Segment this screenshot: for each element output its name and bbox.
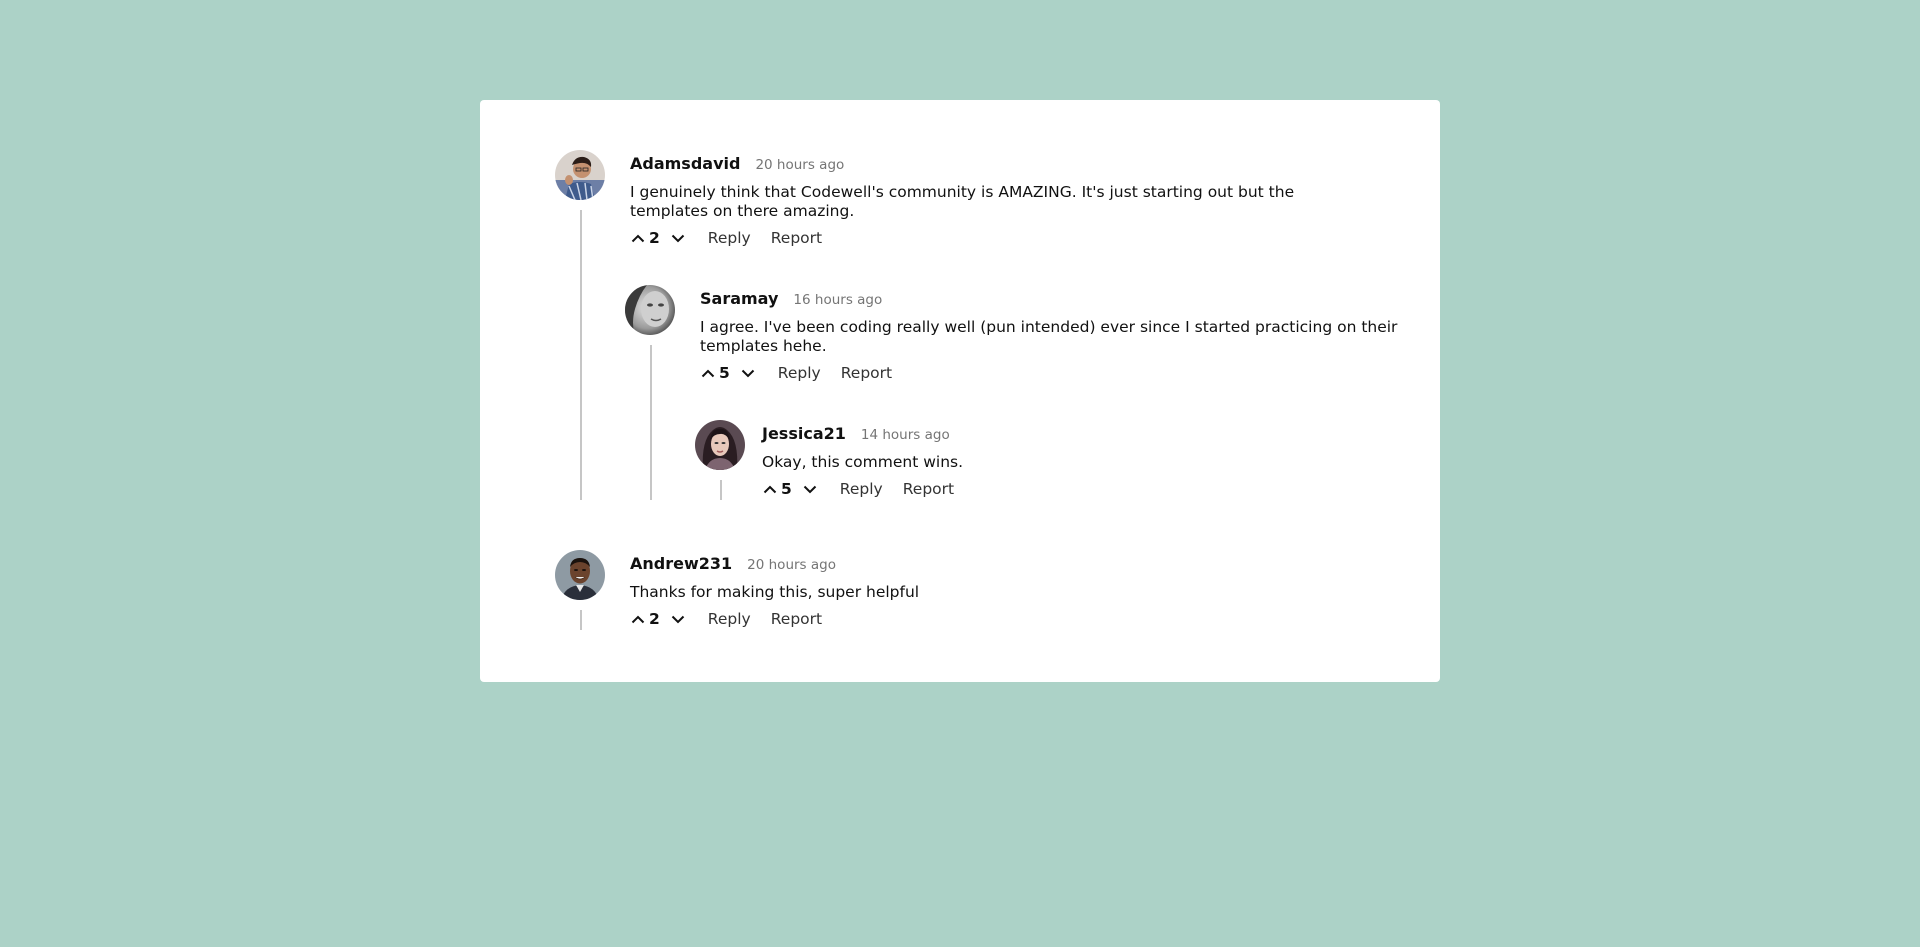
timestamp: 14 hours ago bbox=[860, 427, 950, 443]
report-button[interactable]: Report bbox=[771, 229, 822, 247]
comment-text: I agree. I've been coding really well (p… bbox=[700, 318, 1398, 355]
vote-control: 5 bbox=[700, 363, 756, 383]
vote-control: 5 bbox=[762, 479, 818, 499]
thread-line bbox=[650, 345, 652, 500]
downvote-chevron-down-icon[interactable] bbox=[670, 228, 686, 248]
downvote-chevron-down-icon[interactable] bbox=[670, 609, 686, 629]
comment-body: Jessica21 14 hours ago Okay, this commen… bbox=[762, 420, 1502, 500]
timestamp: 16 hours ago bbox=[793, 292, 883, 308]
username[interactable]: Adamsdavid bbox=[630, 154, 740, 173]
reply-button[interactable]: Reply bbox=[840, 480, 883, 498]
reply-button[interactable]: Reply bbox=[708, 229, 751, 247]
comment-meta: Andrew231 20 hours ago bbox=[630, 550, 1370, 576]
comment-meta: Jessica21 14 hours ago bbox=[762, 420, 1502, 446]
comment-body: Saramay 16 hours ago I agree. I've been … bbox=[700, 285, 1440, 384]
avatar-adamsdavid-icon[interactable] bbox=[555, 150, 605, 200]
username[interactable]: Andrew231 bbox=[630, 554, 732, 573]
reply-button[interactable]: Reply bbox=[708, 610, 751, 628]
comment-actions: 2 Reply Report bbox=[630, 608, 1370, 630]
comment-andrew231: Andrew231 20 hours ago Thanks for making… bbox=[555, 550, 1355, 632]
comment-text: Thanks for making this, super helpful bbox=[630, 583, 920, 601]
username[interactable]: Saramay bbox=[700, 289, 778, 308]
reply-button[interactable]: Reply bbox=[778, 364, 821, 382]
avatar-andrew231-icon[interactable] bbox=[555, 550, 605, 600]
comment-actions: 5 Reply Report bbox=[762, 478, 1502, 500]
thread-line bbox=[580, 210, 582, 500]
comment-text: I genuinely think that Codewell's commun… bbox=[630, 183, 1295, 220]
comments-card: Adamsdavid 20 hours ago I genuinely thin… bbox=[480, 100, 1440, 682]
thread-line bbox=[580, 610, 582, 630]
comment-body: Adamsdavid 20 hours ago I genuinely thin… bbox=[630, 150, 1370, 249]
comment-actions: 5 Reply Report bbox=[700, 362, 1440, 384]
comment-jessica21: Jessica21 14 hours ago Okay, this commen… bbox=[695, 420, 1355, 502]
vote-score: 5 bbox=[719, 364, 730, 382]
report-button[interactable]: Report bbox=[903, 480, 954, 498]
avatar-jessica21-icon[interactable] bbox=[695, 420, 745, 470]
report-button[interactable]: Report bbox=[841, 364, 892, 382]
username[interactable]: Jessica21 bbox=[762, 424, 846, 443]
vote-score: 2 bbox=[649, 229, 660, 247]
timestamp: 20 hours ago bbox=[747, 557, 836, 573]
comment-actions: 2 Reply Report bbox=[630, 227, 1370, 249]
vote-control: 2 bbox=[630, 609, 686, 629]
avatar-saramay-icon[interactable] bbox=[625, 285, 675, 335]
downvote-chevron-down-icon[interactable] bbox=[740, 363, 756, 383]
upvote-chevron-up-icon[interactable] bbox=[630, 228, 646, 248]
comment-meta: Saramay 16 hours ago bbox=[700, 285, 1440, 311]
vote-score: 2 bbox=[649, 610, 660, 628]
upvote-chevron-up-icon[interactable] bbox=[630, 609, 646, 629]
comment-meta: Adamsdavid 20 hours ago bbox=[630, 150, 1370, 176]
thread-line bbox=[720, 480, 722, 500]
report-button[interactable]: Report bbox=[771, 610, 822, 628]
upvote-chevron-up-icon[interactable] bbox=[762, 479, 778, 499]
comment-text: Okay, this comment wins. bbox=[762, 453, 964, 471]
timestamp: 20 hours ago bbox=[755, 157, 845, 173]
vote-score: 5 bbox=[781, 480, 792, 498]
vote-control: 2 bbox=[630, 228, 686, 248]
downvote-chevron-down-icon[interactable] bbox=[802, 479, 818, 499]
comment-body: Andrew231 20 hours ago Thanks for making… bbox=[630, 550, 1370, 630]
upvote-chevron-up-icon[interactable] bbox=[700, 363, 716, 383]
